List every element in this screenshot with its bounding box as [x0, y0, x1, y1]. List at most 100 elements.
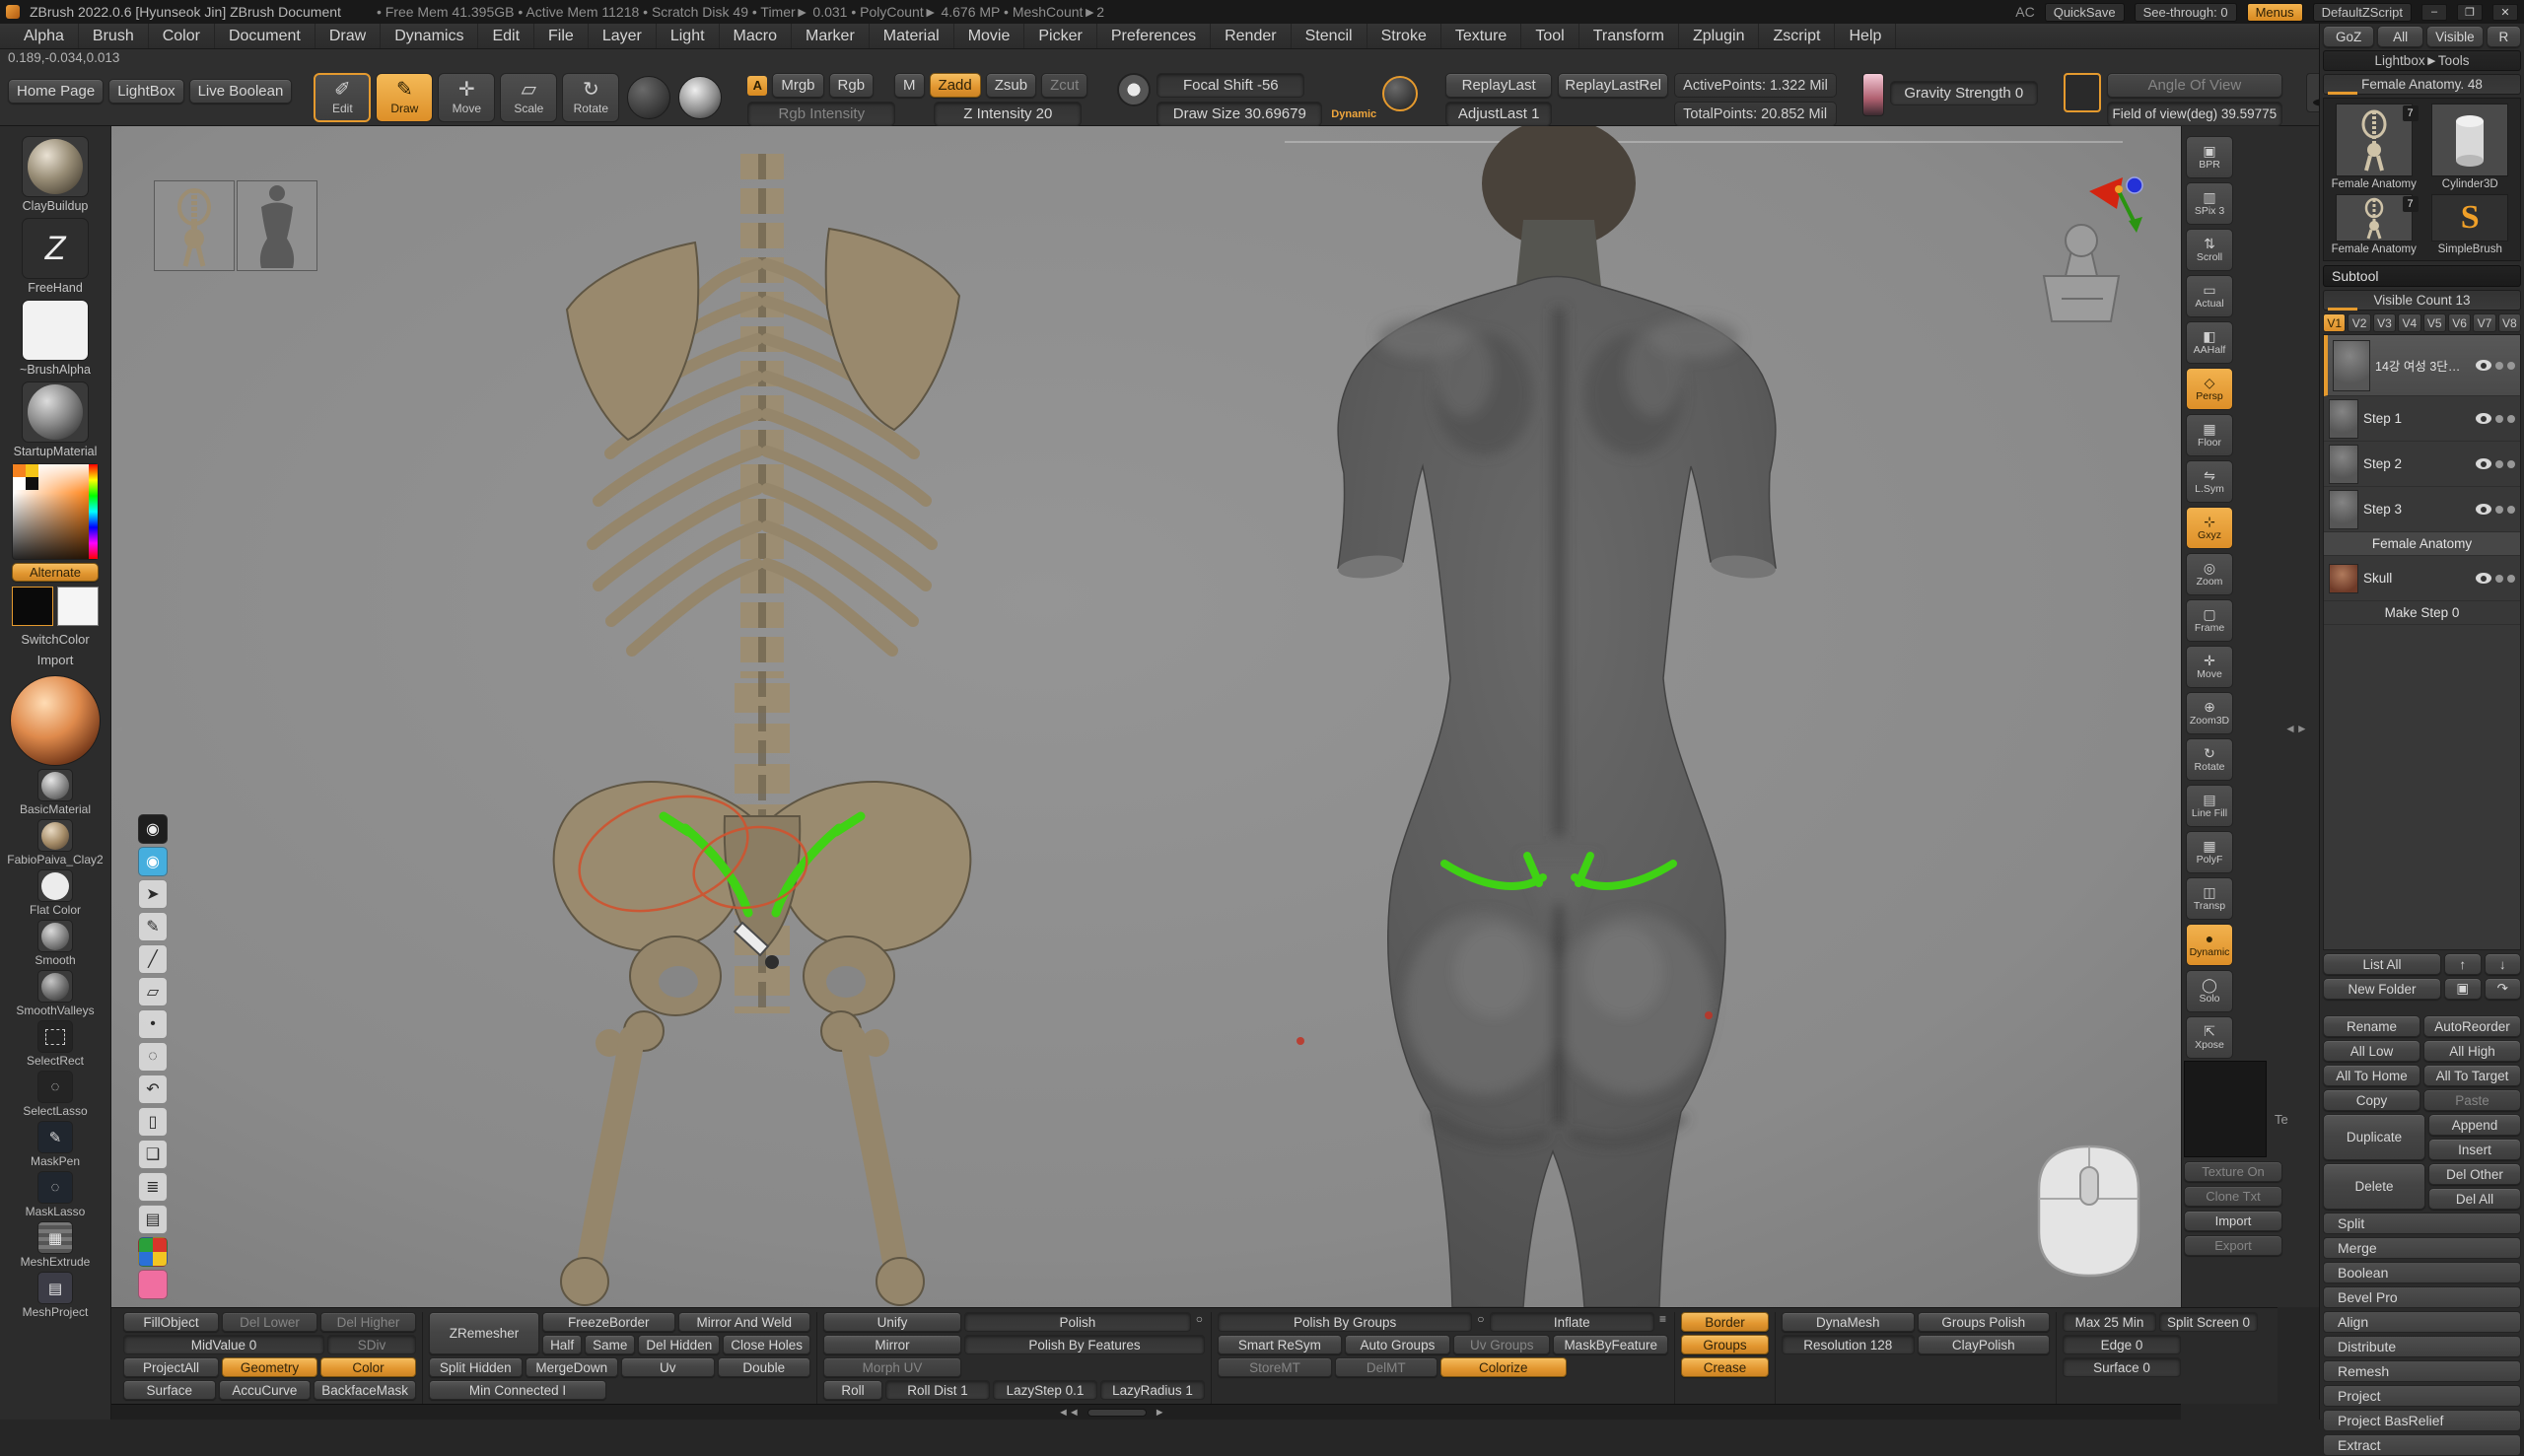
paste-button[interactable]: Paste [2423, 1089, 2521, 1111]
switch-color-button[interactable]: SwitchColor [21, 632, 89, 647]
section-remesh[interactable]: Remesh [2323, 1360, 2521, 1382]
zremesher-button[interactable]: ZRemesher [429, 1312, 539, 1354]
edge-slider[interactable]: Edge 0 [2063, 1335, 2181, 1354]
border-button[interactable]: Border [1681, 1312, 1769, 1332]
maskbyfeature-button[interactable]: MaskByFeature [1553, 1335, 1668, 1354]
rotate-mode-button[interactable]: ↻ Rotate [562, 73, 619, 122]
gravity-strength-slider[interactable]: Gravity Strength 0 [1890, 81, 2038, 105]
m-button[interactable]: M [894, 73, 925, 98]
texture-import-button[interactable]: Import [2184, 1211, 2282, 1231]
floor-button[interactable]: ▦Floor [2186, 414, 2233, 456]
split-hidden-button[interactable]: Split Hidden [429, 1357, 523, 1377]
clipboard-icon[interactable]: ▤ [138, 1205, 168, 1234]
subtool-sculpt-icon[interactable] [2507, 362, 2515, 370]
sdiv-slider[interactable]: SDiv [327, 1335, 416, 1354]
transp-button[interactable]: ◫Transp [2186, 877, 2233, 920]
z-intensity-slider[interactable]: Z Intensity 20 [934, 102, 1082, 126]
material-item[interactable]: FabioPaiva_Clay2 [7, 819, 103, 867]
angle-of-view-button[interactable]: Angle Of View [2107, 73, 2282, 98]
material-item[interactable]: Smooth [35, 920, 75, 967]
color-set-icon[interactable] [138, 1237, 168, 1267]
alpha-picker-button[interactable] [678, 76, 722, 119]
rename-button[interactable]: Rename [2323, 1015, 2420, 1037]
material-item[interactable]: ◌ SelectLasso [23, 1071, 87, 1118]
move-down-button[interactable]: ↓ [2485, 953, 2522, 975]
subtool-paint-icon[interactable] [2495, 415, 2503, 423]
close-holes-button[interactable]: Close Holes [723, 1335, 810, 1354]
subtool-paint-icon[interactable] [2495, 506, 2503, 514]
notes-icon[interactable]: ≣ [138, 1172, 168, 1202]
storemt-button[interactable]: StoreMT [1218, 1357, 1332, 1377]
polish-by-groups-slider[interactable]: Polish By Groups [1218, 1312, 1472, 1332]
section-bevel-pro[interactable]: Bevel Pro [2323, 1286, 2521, 1308]
home-page-button[interactable]: Home Page [8, 79, 104, 104]
surface-slider[interactable]: Surface 0 [2063, 1357, 2181, 1377]
scroll-button[interactable]: ⇅Scroll [2186, 229, 2233, 271]
color-swatch-grid[interactable] [13, 464, 38, 490]
section-split[interactable]: Split [2323, 1213, 2521, 1234]
live-boolean-button[interactable]: Live Boolean [189, 79, 293, 104]
actual-button[interactable]: ▭Actual [2186, 275, 2233, 317]
current-stroke[interactable]: Z FreeHand [22, 218, 89, 295]
menu-draw[interactable]: Draw [316, 24, 381, 48]
menu-tool[interactable]: Tool [1521, 24, 1578, 48]
left-tray-collapse-arrow[interactable]: ◄ [113, 722, 125, 735]
lsym-button[interactable]: ⇋L.Sym [2186, 460, 2233, 503]
subtool-folder-female-anatomy[interactable]: Female Anatomy [2324, 532, 2520, 556]
focal-shift-slider[interactable]: Focal Shift -56 [1157, 73, 1304, 98]
mrgb-button[interactable]: Mrgb [772, 73, 823, 98]
menu-zscript[interactable]: Zscript [1759, 24, 1835, 48]
tab-v3[interactable]: V3 [2373, 313, 2396, 332]
subtool-eye-icon[interactable] [2476, 573, 2491, 584]
subtool-item-selected[interactable]: 14강 여성 3단계 바디 각상 - [전완] [2324, 335, 2520, 396]
replay-last-rel-button[interactable]: ReplayLastRel [1558, 73, 1668, 98]
tab-v6[interactable]: V6 [2448, 313, 2471, 332]
polyf-button[interactable]: ▦PolyF [2186, 831, 2233, 873]
tool-thumb-female-anatomy[interactable]: 7 Female Anatomy [2328, 104, 2420, 190]
lightbox-button[interactable]: LightBox [108, 79, 183, 104]
menu-edit[interactable]: Edit [478, 24, 534, 48]
visible-count-slider[interactable]: Visible Count 13 [2323, 290, 2521, 311]
delete-button[interactable]: Delete [2323, 1163, 2425, 1210]
auto-groups-button[interactable]: Auto Groups [1345, 1335, 1450, 1354]
main-color-swatch[interactable] [12, 587, 53, 626]
same-button[interactable]: Same [585, 1335, 635, 1354]
zadd-button[interactable]: Zadd [930, 73, 981, 98]
subtool-item-step2[interactable]: Step 2 [2324, 442, 2520, 487]
zcut-button[interactable]: Zcut [1041, 73, 1087, 98]
select-cursor-icon[interactable]: ➤ [138, 879, 168, 909]
tool-thumb-simplebrush[interactable]: S SimpleBrush [2424, 194, 2517, 255]
tool-thumb-female-anatomy-2[interactable]: 7 Female Anatomy [2328, 194, 2420, 255]
move-mode-button[interactable]: ✛ Move [438, 73, 495, 122]
undo-icon[interactable]: ↶ [138, 1075, 168, 1104]
menu-transform[interactable]: Transform [1579, 24, 1679, 48]
clone-txt-button[interactable]: Clone Txt [2184, 1186, 2282, 1207]
rgb-intensity-slider[interactable]: Rgb Intensity [747, 102, 895, 126]
menu-document[interactable]: Document [215, 24, 316, 48]
quicksave-button[interactable]: QuickSave [2045, 3, 2125, 22]
menu-light[interactable]: Light [657, 24, 720, 48]
backfacemask-button[interactable]: BackfaceMask [314, 1380, 416, 1400]
move-up-button[interactable]: ↑ [2444, 953, 2482, 975]
zsub-button[interactable]: Zsub [986, 73, 1036, 98]
menu-file[interactable]: File [534, 24, 589, 48]
subtool-sculpt-icon[interactable] [2507, 415, 2515, 423]
tab-v2[interactable]: V2 [2348, 313, 2370, 332]
subtool-sculpt-icon[interactable] [2507, 460, 2515, 468]
del-higher-button[interactable]: Del Higher [320, 1312, 416, 1332]
midvalue-slider[interactable]: MidValue 0 [123, 1335, 324, 1354]
tool-name-slider[interactable]: Female Anatomy. 48 [2323, 74, 2521, 95]
double-button[interactable]: Double [718, 1357, 811, 1377]
eraser-tool-icon[interactable]: ▱ [138, 977, 168, 1006]
insert-button[interactable]: Insert [2428, 1139, 2521, 1160]
menu-marker[interactable]: Marker [792, 24, 870, 48]
menus-button[interactable]: Menus [2247, 3, 2303, 22]
xpose-button[interactable]: ⇱Xpose [2186, 1016, 2233, 1059]
menu-zplugin[interactable]: Zplugin [1679, 24, 1759, 48]
duplicate-button[interactable]: Duplicate [2323, 1114, 2425, 1160]
panel-divider-arrows[interactable]: ◄► [2284, 722, 2308, 735]
history-thumbnail-body[interactable] [237, 180, 317, 271]
frame-button[interactable]: ▢Frame [2186, 599, 2233, 642]
colorize-button[interactable]: Colorize [1440, 1357, 1568, 1377]
default-zscript-button[interactable]: DefaultZScript [2313, 3, 2412, 22]
